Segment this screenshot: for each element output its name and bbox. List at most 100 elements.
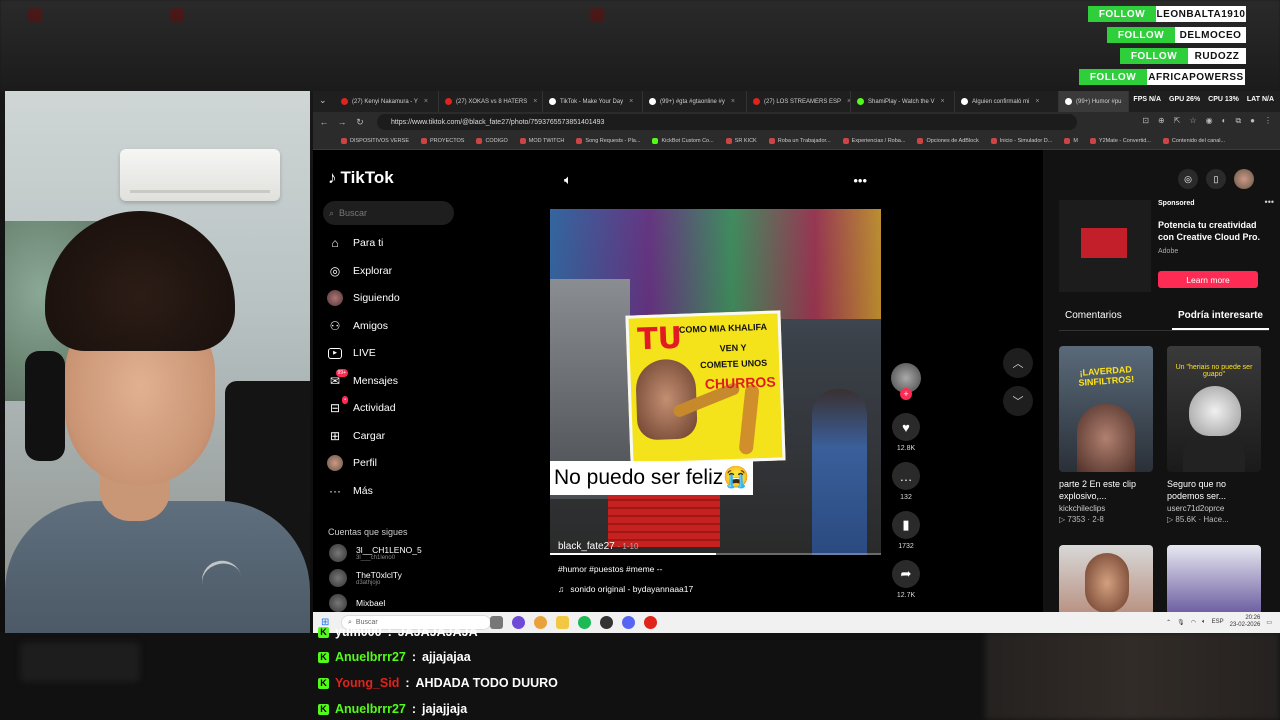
back-icon[interactable]: ← [315,117,333,127]
spotify-icon[interactable] [578,616,591,629]
browser-tab[interactable]: (27) LOS STREAMERS ESP × [747,91,851,112]
url-field[interactable]: https://www.tiktok.com/@black_fate27/pho… [377,114,1077,130]
recommended-video[interactable] [1167,545,1261,615]
video-author[interactable]: black_fate27 · 1-10 [558,541,638,552]
browser-tab[interactable]: (27) XOKAS vs 8 HATERS × [439,91,543,112]
browser-tab[interactable]: TikTok - Make Your Day × [543,91,643,112]
chevron-up-icon[interactable]: ︿ [1003,348,1033,378]
bookmark-item[interactable]: CODIGO [476,137,508,144]
bookmark-item[interactable]: DISPOSITIVOS VERSE [341,137,409,144]
share-button[interactable]: ➦ 12.7K [890,560,922,599]
clock[interactable]: 20:26 23-02-2026 [1230,615,1261,629]
video-progress[interactable] [550,553,881,555]
obs-icon[interactable] [600,616,613,629]
browser-tab-active[interactable]: (99+) Humor #pu [1059,91,1129,112]
comment-button[interactable]: … 132 [890,462,922,501]
file-explorer-icon[interactable] [556,616,569,629]
menu-icon[interactable]: ⋮ [1264,116,1272,126]
tiktok-logo[interactable]: ♪ TikTok [328,168,394,188]
ad-more-icon[interactable]: ••• [1265,197,1274,207]
browser-tab[interactable]: (27) Kenyi Nakamura - Y × [335,91,439,112]
bookmark-item[interactable]: Opciones de AdBlock [917,137,979,144]
red-crate [608,489,720,547]
url-text: https://www.tiktok.com/@black_fate27/pho… [391,118,605,126]
bookmark-item[interactable]: PROYECTOS [421,137,464,144]
tab-list-chevron-icon[interactable]: ⌄ [319,95,327,106]
search-input[interactable]: ⌕ Buscar [323,201,454,225]
creator-avatar[interactable]: + [890,363,922,400]
chrome-icon[interactable] [534,616,547,629]
bookmark-item[interactable]: Song Requests - Pla... [576,137,640,144]
tab-comentarios[interactable]: Comentarios [1059,310,1128,330]
volume-icon[interactable]: 🔈︎ [1202,619,1206,626]
discord-icon[interactable] [622,616,635,629]
sidebar-item-mas[interactable]: ··· Más [327,481,373,501]
bookmark-item[interactable]: MOD TWITCH [519,137,564,144]
learn-more-button[interactable]: Learn more [1158,271,1258,288]
coins-icon[interactable]: ◎ [1178,169,1198,189]
bookmark-star-icon[interactable]: ☆ [1189,116,1196,126]
profile-icon[interactable]: ● [1250,116,1255,126]
mic-icon[interactable]: 🎙︎ [1177,619,1185,626]
more-options-icon[interactable]: ••• [853,173,867,188]
close-icon[interactable]: × [731,98,735,105]
close-icon[interactable]: × [1035,98,1039,105]
puzzle-icon[interactable]: ⧉ [1235,116,1241,126]
close-icon[interactable]: × [424,98,428,105]
following-account[interactable]: Mixbael [329,594,385,612]
cast-icon[interactable]: ⇱ [1174,116,1181,126]
app-icon[interactable] [512,616,525,629]
bookmark-button[interactable]: ▮ 1732 [890,511,922,550]
zoom-icon[interactable]: ⊕ [1158,116,1165,126]
bookmark-item[interactable]: M [1064,137,1078,144]
user-avatar[interactable] [1234,169,1254,189]
extension-icon[interactable]: ◉ [1206,116,1213,126]
device-icon[interactable]: ▯ [1206,169,1226,189]
bookmark-item[interactable]: Experiencias / Roba... [842,137,905,144]
app-icon[interactable] [644,616,657,629]
notification-icon[interactable]: ▭ [1266,619,1272,626]
translate-icon[interactable]: ⊡ [1142,116,1149,126]
tab-podria-interesarte[interactable]: Podría interesarte [1171,310,1269,330]
close-icon[interactable]: × [940,98,944,105]
browser-tab[interactable]: (99+) #gta #gtaonline #y × [643,91,747,112]
sidebar-item-explorar[interactable]: ◎ Explorar [327,261,392,281]
sidebar-item-para-ti[interactable]: ⌂ Para ti [327,233,383,253]
task-view-icon[interactable] [490,616,503,629]
video-frame[interactable]: TU COMO MIA KHALIFA VEN Y COMETE UNOS CH… [550,209,881,555]
sidebar-item-mensajes[interactable]: ✉ 99+ Mensajes [327,369,398,391]
recommended-video[interactable]: ¡LAVERDAD SINFILTROS! parte 2 En este cl… [1059,346,1153,524]
forward-icon[interactable]: → [333,117,351,127]
sidebar-item-actividad[interactable]: ⊟ • Actividad [327,396,396,418]
sidebar-item-siguiendo[interactable]: Siguiendo [327,288,400,308]
close-icon[interactable]: × [629,98,633,105]
sidebar-item-cargar[interactable]: ⊞ Cargar [327,426,385,446]
sidebar-item-amigos[interactable]: ⚇ Amigos [327,316,388,336]
reload-icon[interactable]: ↻ [351,117,369,128]
tray-language[interactable]: ESP [1212,619,1224,625]
recommended-video[interactable] [1059,545,1153,615]
close-icon[interactable]: × [533,98,537,105]
following-account[interactable]: TheT0xlclTy d3athjojo [329,569,402,587]
bookmark-item[interactable]: SR KICK [725,137,757,144]
follow-plus-icon[interactable]: + [900,388,912,400]
bookmark-item[interactable]: Inicio - Simulador D... [990,137,1052,144]
tray-chevron-icon[interactable]: ⌃ [1166,619,1171,626]
ad-thumbnail[interactable] [1059,200,1151,292]
bookmark-item[interactable]: Contenido del canal... [1162,137,1225,144]
sidebar-item-live[interactable]: ▶ LIVE [327,343,376,363]
bookmark-item[interactable]: KickBot Custom Co... [652,137,714,144]
bookmark-item[interactable]: Roba un Trabajador... [768,137,831,144]
browser-tab[interactable]: Alguien confirmaló mi × [955,91,1059,112]
wifi-icon[interactable]: ◠ [1191,619,1196,626]
chevron-down-icon[interactable]: ﹀ [1003,386,1033,416]
recommended-video[interactable]: Un "heriais no puede ser guapo" Seguro q… [1167,346,1261,524]
volume-icon[interactable]: 🔈︎ [564,172,572,188]
video-sound[interactable]: ♫ sonido original - bydayannaaa17 [558,584,693,594]
following-account[interactable]: 3l__CH1LENO_5 3l___ch1leno0 [329,544,422,562]
browser-tab[interactable]: ShamiPlay - Watch the V × [851,91,955,112]
sidebar-item-perfil[interactable]: Perfil [327,453,377,473]
extension-icon[interactable]: ◐ [1222,116,1227,126]
bookmark-item[interactable]: Y2Mate - Convertid... [1089,137,1151,144]
like-button[interactable]: ♥ 12.8K [890,413,922,452]
